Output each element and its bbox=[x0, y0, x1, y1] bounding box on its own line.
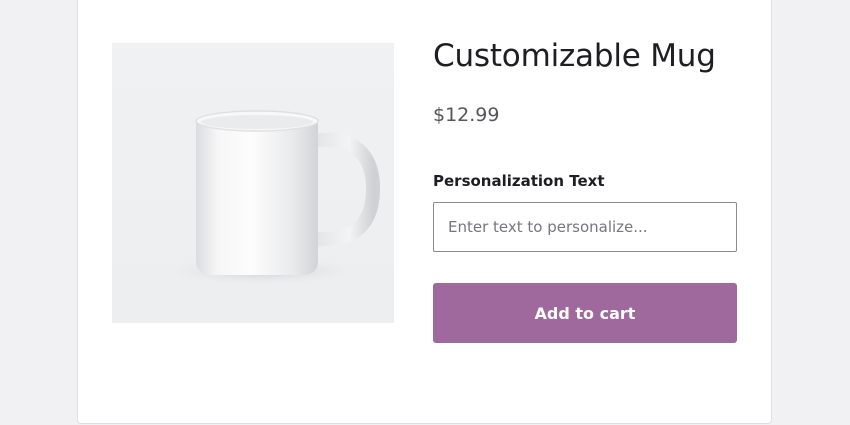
personalization-label: Personalization Text bbox=[433, 172, 605, 190]
product-image bbox=[112, 43, 394, 323]
product-price: $12.99 bbox=[433, 104, 500, 126]
product-page: Customizable Mug $12.99 Personalization … bbox=[0, 0, 850, 425]
product-card: Customizable Mug $12.99 Personalization … bbox=[77, 0, 772, 424]
add-to-cart-button[interactable]: Add to cart bbox=[433, 283, 737, 343]
personalization-input[interactable] bbox=[433, 202, 737, 252]
mug-icon bbox=[162, 110, 381, 285]
product-title: Customizable Mug bbox=[433, 38, 716, 74]
